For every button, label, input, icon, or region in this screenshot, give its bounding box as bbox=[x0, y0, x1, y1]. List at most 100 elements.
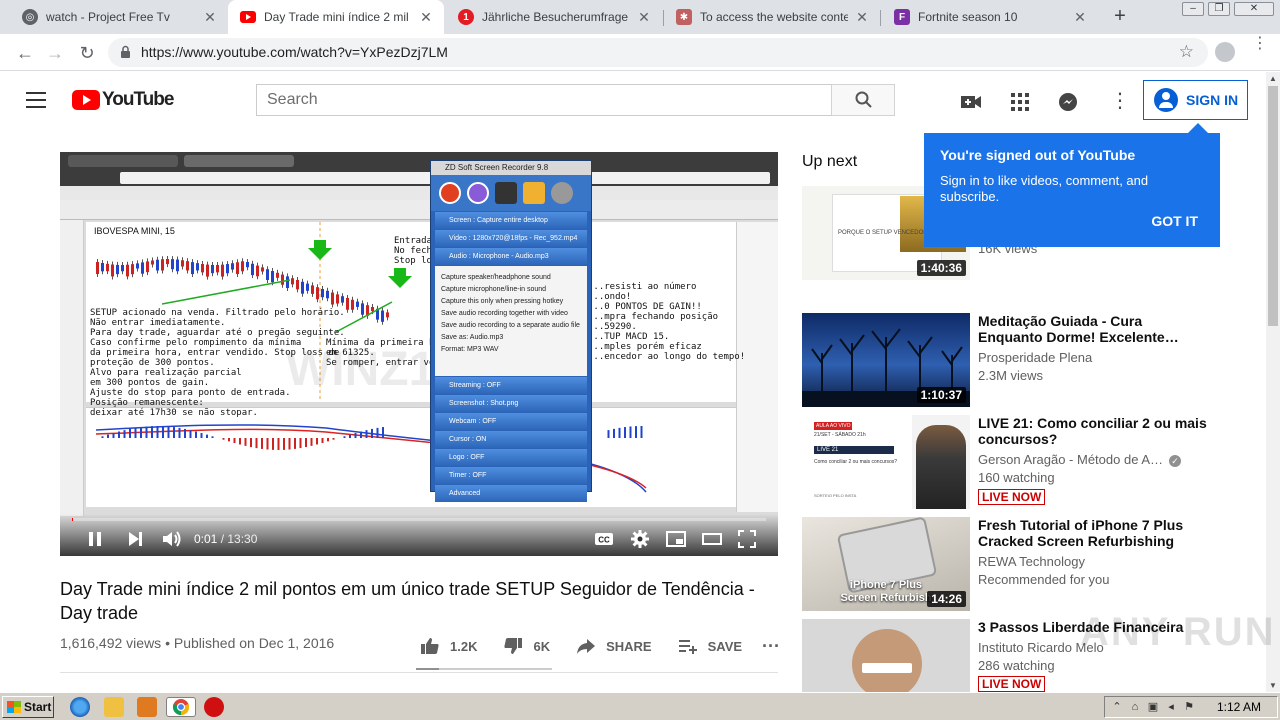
chrome-taskbar-button[interactable] bbox=[166, 697, 196, 717]
anyrun-watermark: ANY RUN bbox=[1080, 610, 1276, 654]
scroll-up-arrow-icon[interactable]: ▲ bbox=[1266, 74, 1280, 83]
video-player[interactable]: IBOVESPA MINI, 15 WINZ16 SETUP acionado … bbox=[60, 152, 778, 556]
video-thumbnail[interactable]: 1:10:37 bbox=[802, 313, 970, 407]
network-icon[interactable]: ⌂ bbox=[1129, 701, 1141, 713]
recommended-video[interactable]: 1:10:37 Meditação Guiada - Cura Enquanto… bbox=[802, 313, 1212, 409]
search-button[interactable] bbox=[831, 84, 895, 116]
apps-grid-icon[interactable] bbox=[1008, 90, 1032, 114]
next-video-icon[interactable] bbox=[124, 528, 146, 550]
candle-body bbox=[141, 262, 144, 274]
volume-icon[interactable] bbox=[160, 528, 182, 550]
sign-in-button[interactable]: SIGN IN bbox=[1143, 80, 1248, 120]
progress-bar[interactable] bbox=[72, 518, 766, 521]
recorded-browser-chrome bbox=[60, 152, 778, 200]
macd-bar bbox=[184, 428, 186, 438]
internet-explorer-icon[interactable] bbox=[70, 697, 90, 717]
miniplayer-icon[interactable] bbox=[665, 528, 687, 550]
video-title[interactable]: LIVE 21: Como conciliar 2 ou mais concur… bbox=[978, 415, 1210, 447]
candle-body bbox=[171, 259, 174, 270]
macd-bar bbox=[156, 426, 159, 438]
browser-tab[interactable]: ◎ watch - Project Free Tv ✕ bbox=[10, 0, 228, 34]
create-video-icon[interactable] bbox=[959, 90, 983, 114]
pause-icon[interactable] bbox=[84, 528, 106, 550]
browser-menu-icon[interactable]: ⋮ bbox=[1252, 36, 1268, 52]
like-button[interactable]: 1.2K bbox=[420, 636, 477, 656]
media-player-icon[interactable] bbox=[137, 697, 157, 717]
youtube-play-icon bbox=[72, 90, 100, 110]
profile-avatar-icon[interactable] bbox=[1215, 42, 1235, 62]
address-bar[interactable]: https://www.youtube.com/watch?v=YxPezDzj… bbox=[108, 38, 1208, 67]
browser-tab[interactable]: ✱ To access the website content, p ✕ bbox=[664, 0, 880, 34]
scrollbar-thumb[interactable] bbox=[1268, 86, 1278, 326]
macd-bar bbox=[332, 438, 335, 440]
macd-bar bbox=[200, 433, 203, 438]
close-tab-icon[interactable]: ✕ bbox=[418, 9, 434, 26]
candle-body bbox=[186, 261, 189, 271]
fullscreen-icon[interactable] bbox=[736, 528, 758, 550]
theater-mode-icon[interactable] bbox=[701, 528, 723, 550]
save-button[interactable]: SAVE bbox=[678, 636, 742, 656]
browser-tab[interactable]: 1 Jährliche Besucherumfrage 2019 ✕ bbox=[446, 0, 662, 34]
macd-bar bbox=[244, 438, 247, 446]
macd-bar bbox=[277, 438, 280, 450]
candle-body bbox=[301, 281, 304, 294]
browser-tab[interactable]: F Fortnite season 10 ✕ bbox=[882, 0, 1098, 34]
channel-name[interactable]: REWA Technology bbox=[978, 554, 1085, 569]
settings-gear-icon[interactable] bbox=[629, 528, 651, 550]
candle-body bbox=[261, 267, 264, 272]
youtube-logo[interactable]: YouTube bbox=[72, 89, 174, 111]
close-window-button[interactable]: ✕ bbox=[1234, 2, 1274, 16]
macd-bar bbox=[173, 427, 175, 438]
video-thumbnail[interactable] bbox=[802, 619, 970, 692]
opera-icon[interactable] bbox=[204, 697, 224, 717]
video-title[interactable]: Fresh Tutorial of iPhone 7 Plus Cracked … bbox=[978, 517, 1210, 549]
candle-body bbox=[111, 264, 114, 277]
close-tab-icon[interactable]: ✕ bbox=[1072, 9, 1088, 26]
video-thumbnail[interactable]: AULA AO VIVO 21/SET - SÁBADO 21h LIVE 21… bbox=[802, 415, 970, 509]
back-arrow-icon[interactable]: ← bbox=[12, 40, 38, 66]
new-tab-button[interactable]: + bbox=[1108, 4, 1132, 28]
forward-arrow-icon[interactable]: → bbox=[42, 40, 68, 66]
taskbar-clock: 1:12 AM bbox=[1216, 700, 1261, 714]
recommended-video[interactable]: AULA AO VIVO 21/SET - SÁBADO 21h LIVE 21… bbox=[802, 415, 1212, 511]
more-actions-icon[interactable]: ··· bbox=[762, 636, 780, 657]
channel-name[interactable]: Prosperidade Plena bbox=[978, 350, 1092, 365]
got-it-button[interactable]: GOT IT bbox=[1151, 213, 1198, 229]
macd-bar bbox=[382, 427, 384, 438]
flag-icon[interactable]: ⚑ bbox=[1183, 701, 1195, 713]
live-now-badge: LIVE NOW bbox=[978, 489, 1046, 505]
close-tab-icon[interactable]: ✕ bbox=[202, 9, 218, 26]
speaker-icon[interactable]: ◂ bbox=[1165, 701, 1177, 713]
candle-body bbox=[341, 296, 344, 303]
hamburger-menu-icon[interactable] bbox=[26, 92, 46, 108]
bookmark-star-icon[interactable]: ☆ bbox=[1179, 42, 1194, 62]
recommended-video[interactable]: iPhone 7 Plus Screen Refurbish 14:26 Fre… bbox=[802, 517, 1212, 613]
macd-bar bbox=[310, 438, 313, 446]
minimize-window-button[interactable]: – bbox=[1182, 2, 1204, 16]
reload-icon[interactable]: ↻ bbox=[74, 40, 100, 66]
save-label: SAVE bbox=[707, 638, 743, 654]
action-center-icon[interactable]: ▣ bbox=[1147, 701, 1159, 713]
candle-body bbox=[101, 262, 104, 272]
search-input[interactable] bbox=[257, 85, 832, 115]
captions-icon[interactable]: CC bbox=[593, 528, 615, 550]
close-tab-icon[interactable]: ✕ bbox=[854, 9, 870, 26]
tray-expand-icon[interactable]: ⌃ bbox=[1111, 701, 1123, 713]
video-title[interactable]: Meditação Guiada - Cura Enquanto Dorme! … bbox=[978, 313, 1210, 345]
more-options-icon[interactable]: ⋮ bbox=[1108, 90, 1132, 114]
restore-window-button[interactable]: ❐ bbox=[1208, 2, 1230, 16]
share-button[interactable]: SHARE bbox=[576, 636, 652, 656]
browser-tab-active[interactable]: Day Trade mini índice 2 mil pontos ✕ bbox=[228, 0, 444, 34]
file-explorer-icon[interactable] bbox=[104, 697, 124, 717]
messages-icon[interactable] bbox=[1056, 90, 1080, 114]
page-scrollbar[interactable]: ▲ ▼ bbox=[1266, 72, 1280, 692]
scroll-down-arrow-icon[interactable]: ▼ bbox=[1266, 681, 1280, 690]
sign-in-label: SIGN IN bbox=[1186, 92, 1239, 108]
close-tab-icon[interactable]: ✕ bbox=[636, 9, 652, 26]
video-thumbnail[interactable]: iPhone 7 Plus Screen Refurbish 14:26 bbox=[802, 517, 970, 611]
dislike-button[interactable]: 6K bbox=[503, 636, 550, 656]
channel-name[interactable]: Gerson Aragão - Método de A… ✓ bbox=[978, 452, 1181, 467]
macd-bar bbox=[107, 434, 109, 438]
start-button[interactable]: Start bbox=[2, 696, 54, 718]
candle-body bbox=[236, 262, 239, 274]
